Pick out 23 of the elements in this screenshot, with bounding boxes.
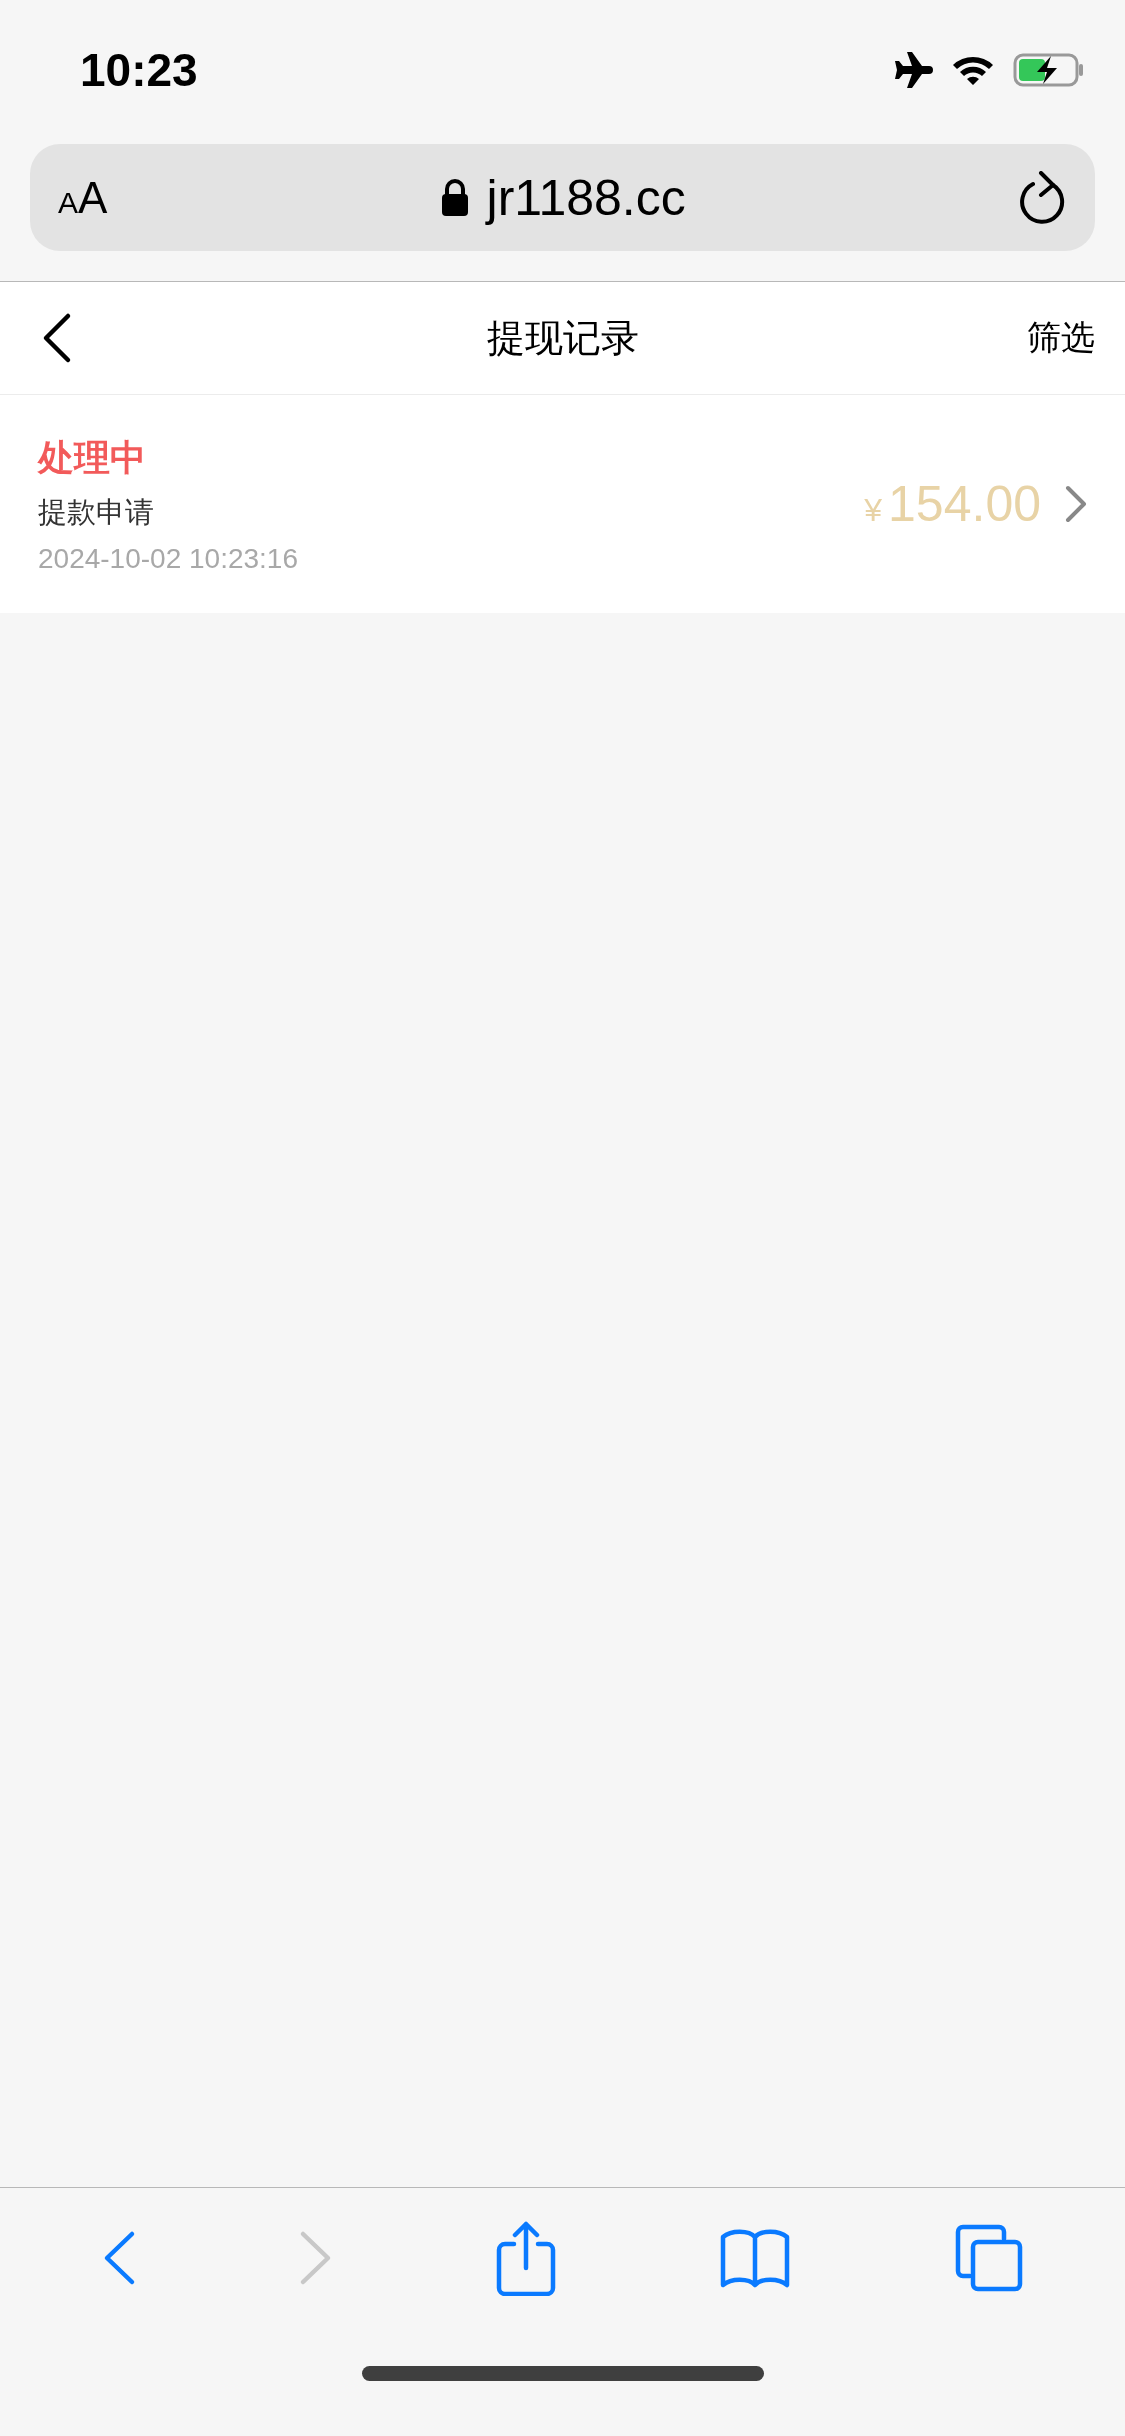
text-size-button[interactable]: AA	[58, 172, 108, 223]
record-title: 提款申请	[38, 494, 155, 530]
record-status: 处理中	[38, 435, 147, 480]
lock-icon	[440, 178, 469, 217]
tabs-icon	[953, 2223, 1024, 2293]
share-icon	[495, 2220, 556, 2296]
share-button[interactable]	[495, 2220, 556, 2296]
currency-symbol: ¥	[864, 492, 883, 529]
reload-button[interactable]	[1019, 170, 1067, 225]
tabs-button[interactable]	[953, 2223, 1024, 2293]
battery-charging-icon	[1013, 53, 1085, 87]
record-amount: 154.00	[888, 475, 1041, 533]
forward-icon	[298, 2230, 333, 2286]
address-bar[interactable]: AA jr1188.cc	[30, 144, 1095, 251]
url-text: jr1188.cc	[486, 168, 686, 227]
status-time: 10:23	[80, 43, 198, 97]
withdrawal-record[interactable]: 处理中 提款申请 2024-10-02 10:23:16 ¥154.00	[0, 395, 1125, 613]
book-icon	[718, 2227, 791, 2289]
page-title: 提现记录	[486, 315, 639, 361]
chevron-right-icon	[1065, 485, 1087, 523]
bookmarks-button[interactable]	[718, 2227, 791, 2289]
filter-button[interactable]: 筛选	[1027, 315, 1095, 361]
record-time: 2024-10-02 10:23:16	[38, 542, 298, 575]
